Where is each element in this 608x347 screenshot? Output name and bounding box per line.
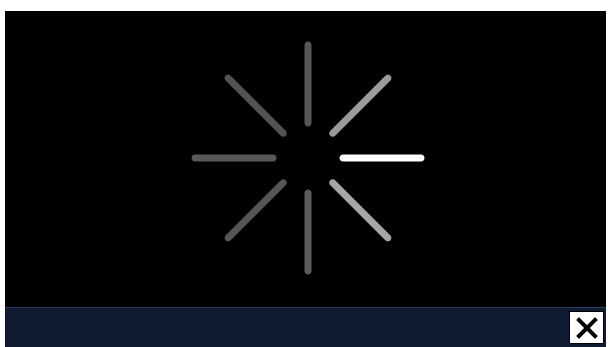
loading-viewport [5,11,606,307]
app-window [5,11,606,347]
bottom-bar [5,307,606,347]
spinner-spoke-upper-left [224,74,287,137]
spinner-spoke-lower-left [224,179,287,242]
loading-spinner-icon [191,41,425,275]
spinner-spoke-upper-right [329,74,392,137]
close-button[interactable] [569,311,604,344]
close-icon [575,316,598,339]
spinner-spoke-lower-right [329,179,392,242]
